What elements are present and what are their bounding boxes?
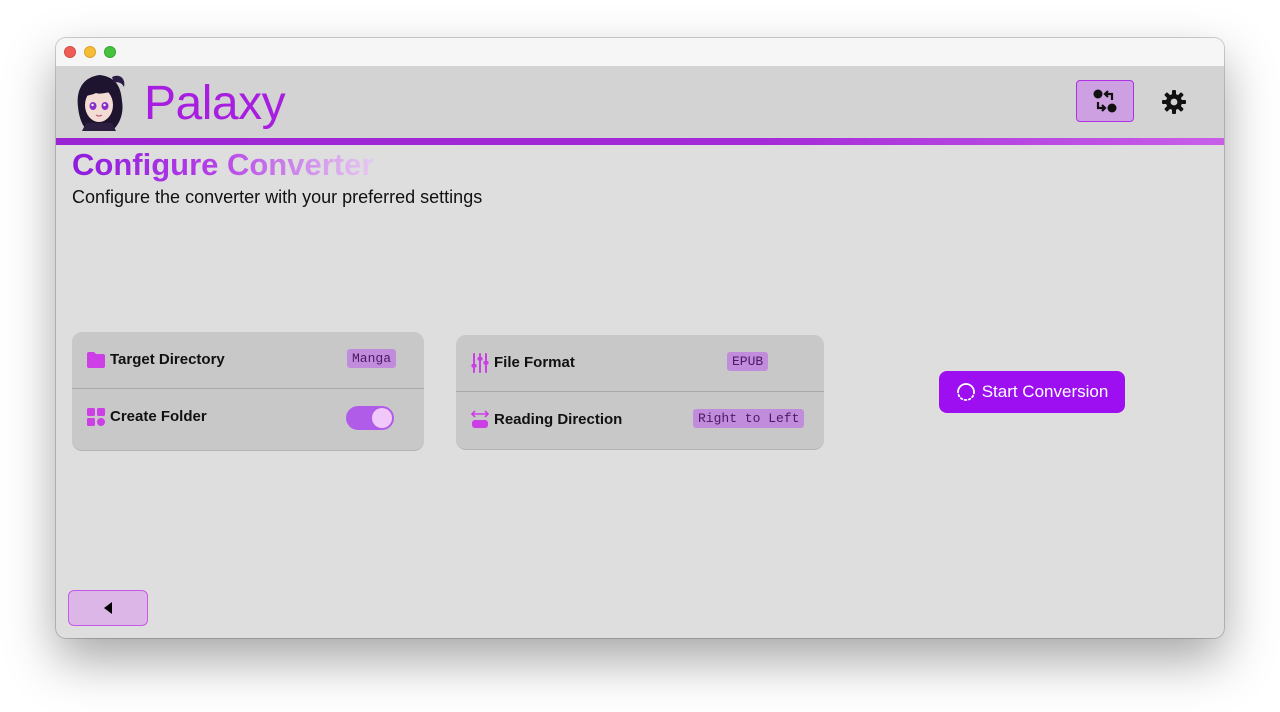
back-button[interactable]: [68, 590, 148, 626]
accent-divider: [56, 138, 1224, 145]
app-brand: Palaxy: [144, 77, 286, 130]
convert-view-button[interactable]: [1076, 80, 1134, 122]
swap-icon: [1093, 89, 1117, 113]
settings-button[interactable]: [1156, 87, 1192, 117]
spinner-icon: [956, 383, 975, 401]
title-bar: [56, 38, 1224, 67]
folder-icon: [86, 350, 106, 370]
setting-label: Reading Direction: [494, 411, 623, 428]
zoom-button[interactable]: [104, 46, 116, 58]
grid-shapes-icon: [86, 407, 106, 427]
close-button[interactable]: [64, 46, 76, 58]
setting-label: Create Folder: [110, 408, 207, 425]
app-window: Palaxy Configure Converter Configure the…: [56, 38, 1224, 638]
file-format-value[interactable]: EPUB: [727, 352, 769, 371]
toggle-knob: [372, 408, 392, 428]
setting-reading-direction[interactable]: Reading Direction Right to Left: [456, 392, 824, 448]
setting-create-folder: Create Folder: [72, 389, 424, 445]
setting-label: File Format: [494, 354, 575, 371]
direction-arrows-icon: [470, 410, 490, 430]
sliders-icon: [470, 353, 490, 373]
format-settings-card: File Format EPUB Reading Direction Right…: [456, 335, 824, 450]
setting-target-directory[interactable]: Target Directory Manga: [72, 332, 424, 389]
create-folder-toggle[interactable]: [346, 406, 394, 430]
target-directory-value[interactable]: Manga: [347, 349, 397, 368]
page-subtitle: Configure the converter with your prefer…: [72, 187, 483, 207]
app-header: Palaxy: [56, 67, 1224, 138]
triangle-left-icon: [104, 602, 112, 614]
start-conversion-label: Start Conversion: [981, 382, 1109, 401]
output-settings-card: Target Directory Manga Create Folder: [72, 332, 424, 451]
page-title: Configure Converter: [72, 147, 374, 182]
gear-icon: [1162, 90, 1186, 114]
setting-label: Target Directory: [110, 351, 225, 368]
setting-file-format[interactable]: File Format EPUB: [456, 335, 824, 392]
reading-direction-value[interactable]: Right to Left: [693, 409, 805, 428]
start-conversion-button[interactable]: Start Conversion: [939, 371, 1125, 413]
minimize-button[interactable]: [84, 46, 96, 58]
avatar: [77, 75, 125, 131]
